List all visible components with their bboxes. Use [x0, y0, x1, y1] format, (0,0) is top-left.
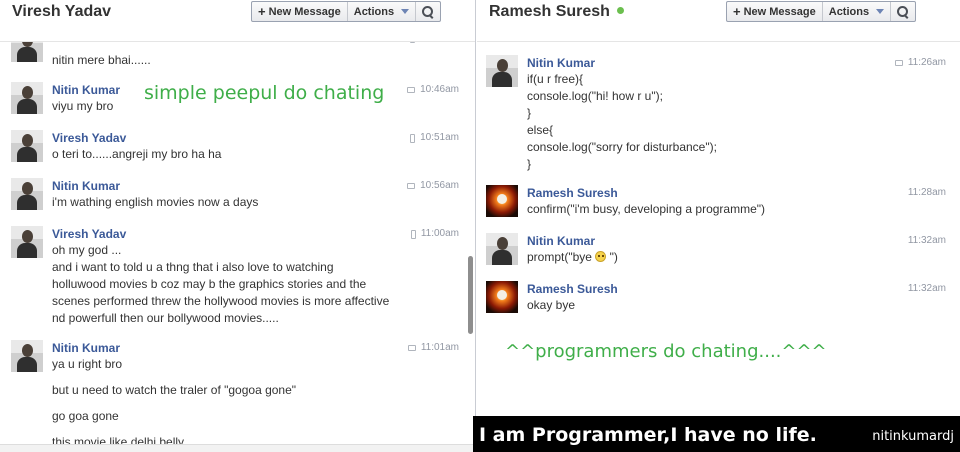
message-text: } [527, 106, 532, 120]
plus-icon: + [733, 4, 741, 19]
message-item: Nitin Kumar prompt("bye ") 11:32am [486, 233, 946, 266]
search-icon [897, 5, 909, 18]
message-thread[interactable]: Nitin Kumar if(u r free){ console.log("h… [477, 0, 960, 452]
sender-name[interactable]: Nitin Kumar [527, 233, 946, 249]
message-text: console.log("hi! how r u"); [527, 89, 663, 103]
chat-window-left: Viresh Yadav nitin mere bhai...... 10:45… [0, 0, 476, 452]
timestamp: 10:46am [407, 84, 459, 96]
message-item: Ramesh Suresh okay bye 11:32am [486, 281, 946, 314]
timestamp: 11:01am [407, 342, 459, 354]
chat-title[interactable]: Viresh Yadav [12, 3, 111, 21]
chat-header: Ramesh Suresh + New Message Actions [477, 0, 960, 42]
message-item: Nitin Kumar if(u r free){ console.log("h… [486, 55, 946, 173]
avatar[interactable] [486, 233, 518, 265]
caption-right: ^^programmers do chating....^^^ [505, 341, 827, 362]
sender-name[interactable]: Ramesh Suresh [527, 281, 946, 297]
message-text: console.log("sorry for disturbance"); [527, 140, 717, 154]
message-text: scenes performed threw the hollywood mov… [52, 294, 390, 308]
message-text: if(u r free){ [527, 72, 584, 86]
timestamp: 11:32am [907, 283, 946, 294]
message-text: go goa gone [52, 409, 119, 423]
message-text: oh my god ... [52, 243, 122, 257]
message-text: i'm wathing english movies now a days [52, 195, 259, 209]
message-text: o teri to......angreji my bro ha ha [52, 147, 222, 161]
message-item: Ramesh Suresh confirm("i'm busy, develop… [486, 185, 946, 218]
mobile-icon [410, 133, 416, 143]
search-icon [422, 5, 434, 18]
chat-header: Viresh Yadav + New Message Actions [0, 0, 475, 42]
chat-window-right: Ramesh Suresh + New Message Actions Nitin… [477, 0, 960, 452]
footer-banner: I am Programmer,I have no life. nitinkum… [473, 416, 960, 452]
sender-name[interactable]: Viresh Yadav [52, 226, 459, 242]
footer-signature: nitinkumardj [872, 429, 954, 444]
message-item: Nitin Kumar ya u right bro but u need to… [11, 340, 459, 451]
avatar[interactable] [11, 226, 43, 258]
actions-button[interactable]: Actions [823, 2, 892, 21]
scrollbar-thumb[interactable] [468, 256, 473, 334]
new-message-button[interactable]: + New Message [727, 2, 823, 21]
chat-title[interactable]: Ramesh Suresh [489, 3, 624, 21]
actions-button[interactable]: Actions [348, 2, 417, 21]
mobile-icon [410, 229, 416, 239]
message-text: and i want to told u a thng that i also … [52, 260, 334, 274]
message-text: prompt("bye ") [527, 250, 618, 264]
avatar[interactable] [486, 281, 518, 313]
footer-caption: I am Programmer,I have no life. [479, 424, 817, 446]
header-toolbar: + New Message Actions [251, 1, 442, 22]
message-item: Nitin Kumar i'm wathing english movies n… [11, 178, 459, 211]
chevron-down-icon [876, 9, 885, 14]
chat-bubble-icon [407, 87, 416, 93]
timestamp: 11:00am [410, 228, 459, 240]
sender-name[interactable]: Nitin Kumar [52, 340, 459, 356]
message-item: Viresh Yadav oh my god ... and i want to… [11, 226, 459, 327]
search-button[interactable] [416, 2, 440, 21]
frown-emoji-icon [595, 251, 607, 262]
sender-name[interactable]: Nitin Kumar [52, 178, 459, 194]
timestamp: 10:51am [410, 132, 459, 144]
timestamp: 11:28am [907, 187, 946, 198]
message-text: but u need to watch the traler of "gogoa… [52, 383, 297, 397]
avatar[interactable] [486, 55, 518, 87]
avatar[interactable] [11, 340, 43, 372]
message-text: } [527, 157, 532, 171]
message-text: nitin mere bhai...... [52, 53, 151, 67]
caption-left: simple peepul do chating [144, 82, 385, 104]
sender-name[interactable]: Ramesh Suresh [527, 185, 946, 201]
composer-edge [0, 444, 475, 452]
sender-name[interactable]: Viresh Yadav [52, 130, 459, 146]
sender-name[interactable]: Nitin Kumar [527, 55, 946, 71]
avatar[interactable] [486, 185, 518, 217]
new-message-button[interactable]: + New Message [252, 2, 348, 21]
avatar[interactable] [11, 178, 43, 210]
chat-bubble-icon [894, 60, 903, 66]
online-status-icon [616, 7, 624, 14]
chevron-down-icon [401, 9, 410, 14]
message-text: confirm("i'm busy, developing a programm… [527, 202, 766, 216]
avatar[interactable] [11, 82, 43, 114]
chat-bubble-icon [407, 183, 416, 189]
chat-bubble-icon [407, 345, 416, 351]
message-text: nd powerfull then our bollywood movies..… [52, 311, 279, 325]
header-toolbar: + New Message Actions [726, 1, 917, 22]
timestamp: 11:26am [894, 57, 946, 69]
search-button[interactable] [891, 2, 915, 21]
message-text: holluwood movies b coz may b the graphic… [52, 277, 367, 291]
message-thread[interactable]: Viresh Yadav nitin mere bhai...... 10:45… [0, 0, 475, 452]
message-text: else{ [527, 123, 554, 137]
message-text: okay bye [527, 298, 576, 312]
plus-icon: + [258, 4, 266, 19]
message-text: ya u right bro [52, 357, 123, 371]
message-item: Viresh Yadav o teri to......angreji my b… [11, 130, 459, 163]
avatar[interactable] [11, 130, 43, 162]
timestamp: 11:32am [907, 235, 946, 246]
timestamp: 10:56am [407, 180, 459, 192]
